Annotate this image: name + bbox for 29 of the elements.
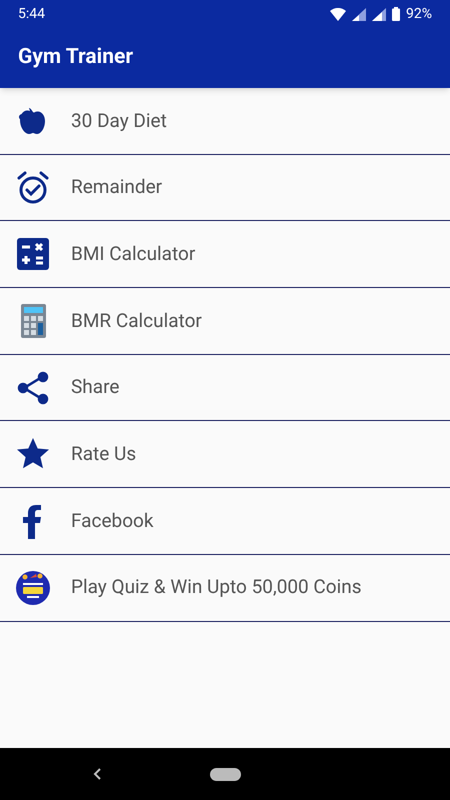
prize-badge-icon	[15, 570, 51, 606]
math-operators-icon	[15, 236, 51, 272]
menu-item-label: Play Quiz & Win Upto 50,000 Coins	[71, 574, 362, 600]
menu-item[interactable]: Facebook	[0, 488, 450, 555]
home-button[interactable]	[210, 768, 241, 780]
battery-icon	[392, 7, 400, 21]
menu-item-label: Rate Us	[71, 441, 136, 468]
menu-item[interactable]: BMI Calculator	[0, 221, 450, 288]
menu-item[interactable]: Remainder	[0, 154, 450, 222]
battery-percentage: 92%	[406, 4, 432, 24]
menu-item[interactable]: Rate Us	[0, 421, 450, 488]
menu-item-label: BMR Calculator	[71, 308, 202, 334]
menu-item-label: Share	[71, 374, 120, 400]
menu-item[interactable]: Share	[0, 354, 450, 422]
menu-item-label: Facebook	[71, 508, 154, 534]
menu-item-label: 30 Day Diet	[71, 108, 167, 134]
alarm-clock-icon	[15, 170, 51, 206]
menu-item[interactable]: Play Quiz & Win Upto 50,000 Coins	[0, 554, 450, 622]
menu-item-label: Remainder	[71, 174, 162, 200]
signal-icon	[352, 8, 366, 20]
menu-item-label: BMI Calculator	[71, 240, 196, 267]
menu-item[interactable]: BMR Calculator	[0, 288, 450, 355]
back-icon[interactable]	[92, 767, 102, 781]
signal-icon	[372, 8, 386, 20]
menu-item[interactable]: 30 Day Diet	[0, 88, 450, 155]
app-title: Gym Trainer	[18, 44, 134, 72]
share-icon	[15, 370, 51, 406]
wifi-icon	[330, 8, 346, 20]
status-time: 5:44	[18, 4, 45, 24]
